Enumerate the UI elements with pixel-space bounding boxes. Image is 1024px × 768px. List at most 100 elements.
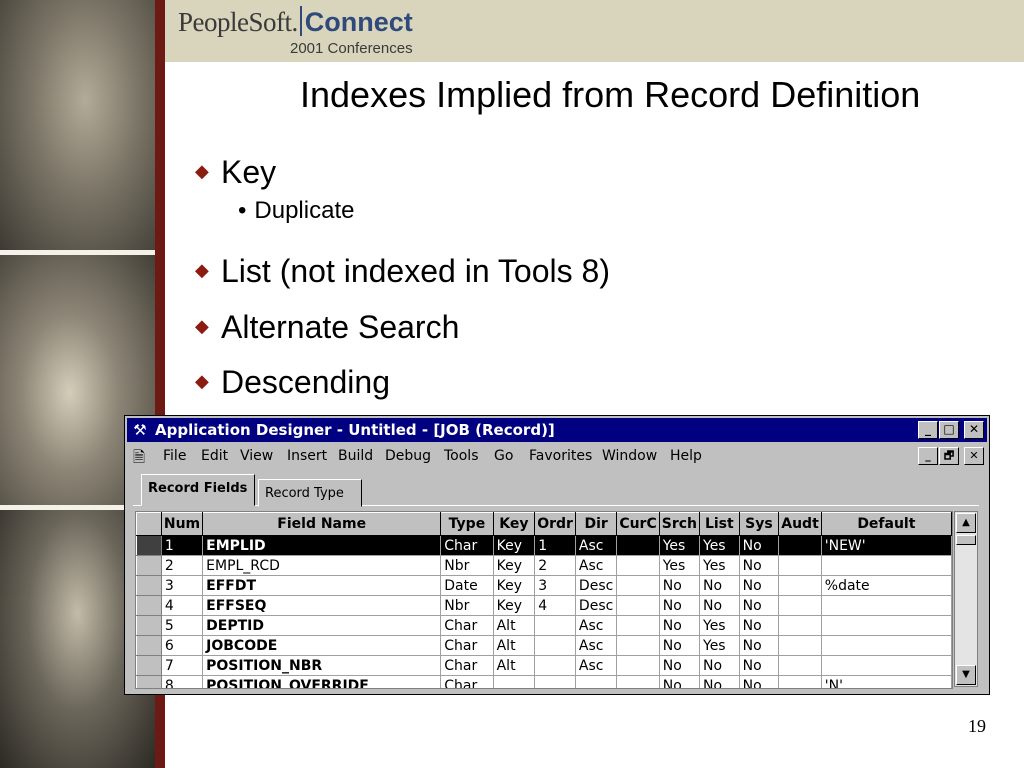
tab-record-type[interactable]: Record Type xyxy=(258,479,362,507)
row-selector[interactable] xyxy=(136,655,162,676)
table-cell[interactable]: 3 xyxy=(534,575,576,596)
table-cell[interactable]: No xyxy=(699,595,740,616)
table-cell[interactable]: Asc xyxy=(575,555,618,576)
table-cell[interactable]: No xyxy=(739,575,780,596)
table-cell[interactable]: Key xyxy=(493,575,536,596)
table-cell[interactable] xyxy=(616,655,660,676)
table-cell[interactable]: Alt xyxy=(493,615,536,636)
table-row[interactable]: 7 POSITION_NBR Char Alt Asc No No No xyxy=(136,655,952,676)
table-cell[interactable]: No xyxy=(739,655,780,676)
mdi-restore-button[interactable]: 🗗 xyxy=(939,447,959,465)
document-icon[interactable]: 🗎 xyxy=(133,447,151,467)
table-cell[interactable]: POSITION_OVERRIDE xyxy=(202,675,442,688)
table-cell[interactable]: No xyxy=(659,675,701,688)
table-cell[interactable]: No xyxy=(659,615,701,636)
table-cell[interactable] xyxy=(616,535,660,556)
table-cell[interactable]: No xyxy=(659,635,701,656)
table-cell[interactable]: Nbr xyxy=(440,595,494,616)
app-tools-icon[interactable]: ⚒ xyxy=(131,421,149,439)
column-header[interactable]: Key xyxy=(492,512,536,536)
minimize-button[interactable]: _ xyxy=(918,421,938,439)
table-cell[interactable]: No xyxy=(659,655,701,676)
menu-view[interactable]: View xyxy=(240,448,273,464)
table-cell[interactable]: No xyxy=(739,555,780,576)
table-cell[interactable] xyxy=(821,615,952,636)
table-cell[interactable]: Asc xyxy=(575,655,618,676)
table-cell[interactable] xyxy=(534,615,576,636)
table-cell[interactable] xyxy=(778,575,822,596)
table-cell[interactable] xyxy=(616,615,660,636)
menu-favorites[interactable]: Favorites xyxy=(529,448,592,464)
table-cell[interactable]: Nbr xyxy=(440,555,494,576)
column-header[interactable]: CurC xyxy=(616,512,660,536)
table-cell[interactable] xyxy=(616,635,660,656)
column-header[interactable]: Sys xyxy=(738,512,780,536)
table-cell[interactable]: Yes xyxy=(699,635,740,656)
menu-go[interactable]: Go xyxy=(494,448,513,464)
column-header[interactable]: Audt xyxy=(778,512,822,536)
table-cell[interactable]: 1 xyxy=(534,535,576,556)
table-cell[interactable]: 7 xyxy=(161,655,204,676)
table-cell[interactable] xyxy=(534,635,576,656)
table-cell[interactable]: Char xyxy=(440,615,494,636)
table-cell[interactable]: No xyxy=(739,535,780,556)
table-cell[interactable] xyxy=(616,675,660,688)
table-cell[interactable]: Desc xyxy=(575,595,618,616)
tab-record-fields[interactable]: Record Fields xyxy=(141,474,255,506)
table-cell[interactable]: DEPTID xyxy=(202,615,442,636)
column-header[interactable]: List xyxy=(699,512,740,536)
close-button[interactable]: ✕ xyxy=(964,421,984,439)
table-cell[interactable]: Char xyxy=(440,635,494,656)
table-cell[interactable]: No xyxy=(739,595,780,616)
table-cell[interactable] xyxy=(534,675,576,688)
table-cell[interactable]: 1 xyxy=(161,535,204,556)
table-cell[interactable]: %date xyxy=(821,575,952,596)
table-cell[interactable] xyxy=(778,635,822,656)
table-cell[interactable]: 2 xyxy=(534,555,576,576)
table-cell[interactable]: EMPL_RCD xyxy=(202,555,442,576)
table-cell[interactable] xyxy=(575,675,618,688)
table-cell[interactable]: Yes xyxy=(699,615,740,636)
table-cell[interactable]: 6 xyxy=(161,635,204,656)
table-cell[interactable]: 'NEW' xyxy=(821,535,952,556)
window-titlebar[interactable]: ⚒ Application Designer - Untitled - [JOB… xyxy=(127,418,987,442)
table-cell[interactable]: 4 xyxy=(161,595,204,616)
table-cell[interactable]: Key xyxy=(493,555,536,576)
table-row[interactable]: 3 EFFDT Date Key 3 Desc No No No %date xyxy=(136,575,952,596)
table-cell[interactable] xyxy=(821,635,952,656)
menu-insert[interactable]: Insert xyxy=(287,448,327,464)
table-cell[interactable]: Alt xyxy=(493,635,536,656)
table-cell[interactable] xyxy=(493,675,536,688)
row-selector[interactable] xyxy=(136,575,162,596)
table-cell[interactable] xyxy=(778,595,822,616)
table-row[interactable]: 1 EMPLID Char Key 1 Asc Yes Yes No 'NEW' xyxy=(136,535,952,556)
table-cell[interactable]: Asc xyxy=(575,535,618,556)
table-cell[interactable]: Yes xyxy=(659,535,701,556)
column-header[interactable]: Num xyxy=(160,512,204,536)
table-cell[interactable]: Asc xyxy=(575,615,618,636)
row-selector-header[interactable] xyxy=(136,512,162,536)
table-cell[interactable]: 3 xyxy=(161,575,204,596)
table-cell[interactable] xyxy=(821,555,952,576)
table-cell[interactable]: Date xyxy=(440,575,494,596)
column-header[interactable]: Ordr xyxy=(534,512,576,536)
table-cell[interactable] xyxy=(778,615,822,636)
maximize-button[interactable]: □ xyxy=(939,421,959,439)
table-cell[interactable] xyxy=(616,595,660,616)
table-cell[interactable]: 2 xyxy=(161,555,204,576)
vertical-scrollbar[interactable]: ▲ ▼ xyxy=(954,511,978,687)
table-cell[interactable]: No xyxy=(699,675,740,688)
row-selector[interactable] xyxy=(136,595,162,616)
table-cell[interactable] xyxy=(616,575,660,596)
table-cell[interactable]: Asc xyxy=(575,635,618,656)
table-cell[interactable]: JOBCODE xyxy=(202,635,442,656)
table-cell[interactable]: Char xyxy=(440,655,494,676)
table-cell[interactable]: Alt xyxy=(493,655,536,676)
table-cell[interactable]: No xyxy=(739,615,780,636)
table-row[interactable]: 4 EFFSEQ Nbr Key 4 Desc No No No xyxy=(136,595,952,616)
table-cell[interactable]: No xyxy=(699,575,740,596)
menu-build[interactable]: Build xyxy=(338,448,373,464)
scroll-down-arrow-icon[interactable]: ▼ xyxy=(956,665,976,685)
table-cell[interactable]: Key xyxy=(493,535,536,556)
table-cell[interactable]: No xyxy=(699,655,740,676)
